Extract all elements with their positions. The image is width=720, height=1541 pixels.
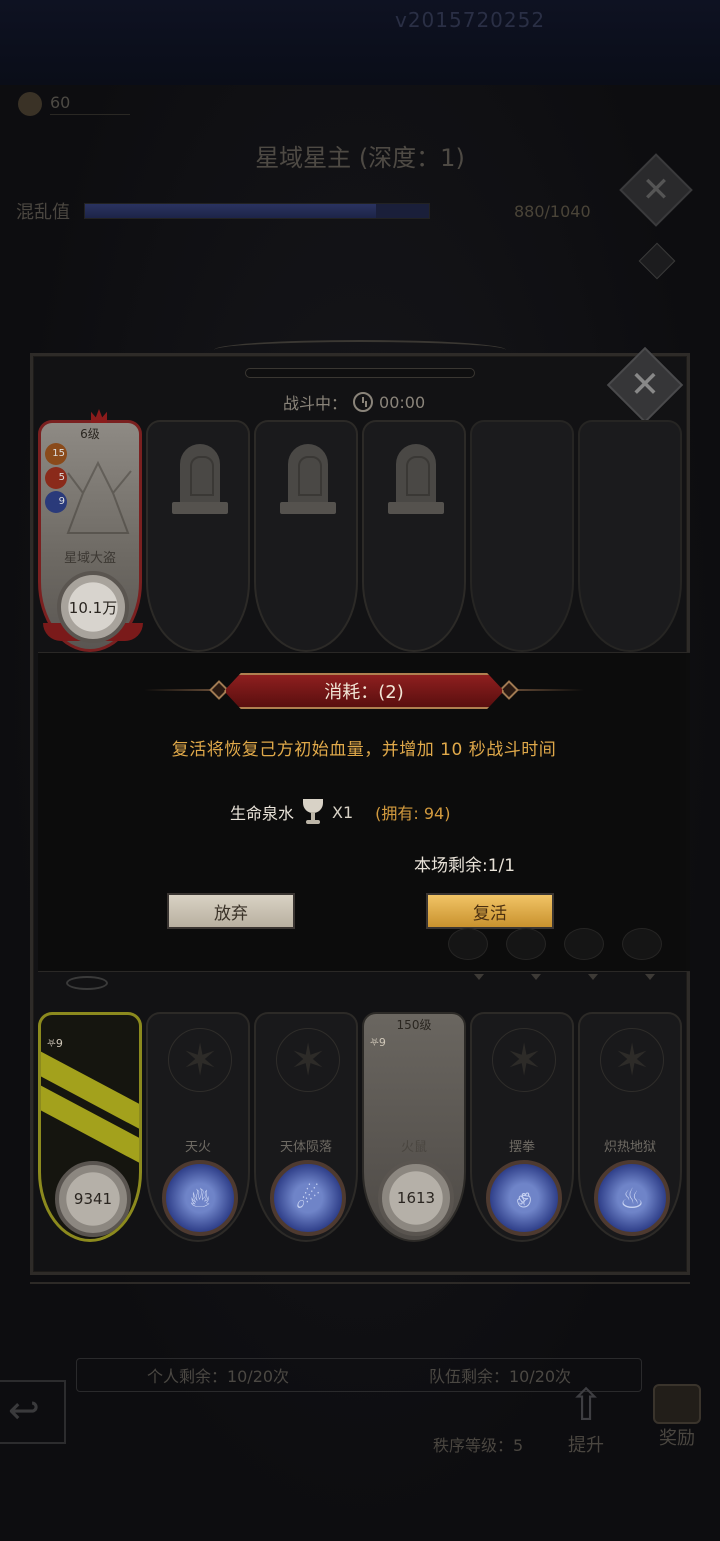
cost-title: 消耗：(2): [324, 682, 404, 703]
upgrade-button[interactable]: ⇧ 提升: [556, 1380, 616, 1460]
triangle-icon: [531, 974, 541, 980]
cost-item: 生命泉水 X1 (拥有: 94): [230, 799, 450, 825]
abandon-button[interactable]: 放弃: [167, 893, 295, 929]
revives-remaining: 本场剩余:1/1: [414, 856, 516, 876]
stamina-value: 60: [50, 93, 130, 115]
pentagram-icon: [276, 1028, 340, 1092]
skill-name: 天火: [184, 1140, 211, 1155]
chaos-bar: [84, 203, 430, 219]
hero-badge: ⛧9: [47, 1037, 63, 1050]
skill-card-blazing-hell[interactable]: 炽热地狱 ♨: [578, 1012, 682, 1242]
marker: [622, 928, 662, 960]
skill-name: 天体陨落: [279, 1140, 332, 1155]
skill-name: 炽热地狱: [603, 1140, 656, 1155]
pentagram-icon: [168, 1028, 232, 1092]
skill-name: 摆拳: [508, 1140, 535, 1155]
personal-remaining: 个人剩余：10/20次: [146, 1367, 290, 1386]
arrow-up-icon: ⇧: [567, 1380, 605, 1431]
battle-status: 战斗中： 00:00: [283, 390, 425, 414]
halo-icon: [66, 976, 108, 990]
tombstone-icon: [388, 444, 444, 518]
revive-dialog: 消耗：(2) 复活将恢复己方初始血量，并增加 10 秒战斗时间 生命泉水 X1 …: [38, 652, 690, 972]
panel-ornament-top: [214, 340, 506, 360]
triangle-icon: [474, 974, 484, 980]
upgrade-label: 提升: [568, 1435, 604, 1456]
hero-hp-ring: 9341: [55, 1161, 131, 1237]
boss-hp-ring: 10.1万: [57, 571, 129, 643]
triangle-icon: [645, 974, 655, 980]
chaos-bar-fill: [85, 204, 377, 218]
enemy-card-boss[interactable]: 6级 15 5 9 星域大盗 10.1万: [38, 409, 143, 652]
clock-icon: [353, 392, 374, 412]
enemy-card-empty: [470, 420, 574, 652]
boss-hp: 10.1万: [68, 598, 118, 617]
goblet-icon: [302, 799, 324, 825]
pentagram-icon: [600, 1028, 664, 1092]
enemy-card-defeated: [254, 420, 358, 652]
reward-label: 奖励: [659, 1428, 695, 1449]
marker: [448, 928, 488, 960]
pentagram-icon: [492, 1028, 556, 1092]
marker: [564, 928, 604, 960]
enemy-card-empty: [578, 420, 682, 652]
hellfire-icon: ♨: [594, 1160, 670, 1236]
top-bar: v2015720252: [0, 0, 720, 85]
reward-button[interactable]: 奖励: [644, 1380, 710, 1460]
hero-hp: 9341: [73, 1190, 113, 1208]
item-owned: (拥有: 94): [375, 804, 451, 823]
chaos-meter: 混乱值 880/1040: [16, 198, 591, 224]
revive-description: 复活将恢复己方初始血量，并增加 10 秒战斗时间: [171, 740, 557, 760]
skill-card-meteor[interactable]: 天体陨落 ☄: [254, 1012, 358, 1242]
cost-banner: 消耗：(2): [224, 673, 504, 709]
flame-icon: 🔥︎: [162, 1160, 238, 1236]
chaos-label: 混乱值: [16, 202, 70, 223]
enemy-card-defeated: [146, 420, 250, 652]
stamina-display: 60: [18, 92, 130, 116]
team-remaining: 队伍剩余：10/20次: [428, 1367, 572, 1386]
close-icon: ✕: [629, 364, 661, 406]
tombstone-icon: [280, 444, 336, 518]
tombstone-icon: [172, 444, 228, 518]
panel-ornament-bottom: [30, 1270, 690, 1284]
chest-icon: [653, 1384, 701, 1424]
page-title: 星域星主 (深度：1): [255, 144, 465, 172]
version-label: v2015720252: [395, 8, 546, 32]
battle-progress-bar: [245, 368, 475, 378]
hero-hp-ring: 1613: [378, 1160, 454, 1236]
fist-icon: ✊︎: [486, 1160, 562, 1236]
item-name: 生命泉水: [230, 804, 295, 823]
order-level: 秩序等级：5: [433, 1436, 524, 1455]
battle-timer: 00:00: [379, 392, 426, 412]
skill-card-sky-fire[interactable]: 天火 🔥︎: [146, 1012, 250, 1242]
boss-name: 星域大盗: [63, 551, 116, 566]
stamina-icon: [18, 92, 42, 116]
revive-button[interactable]: 复活: [426, 893, 554, 929]
hero-card-fire-rat[interactable]: 150级 ⛧9 火鼠 1613: [362, 1012, 466, 1242]
item-quantity: X1: [332, 802, 354, 822]
marker: [506, 928, 546, 960]
hero-hp: 1613: [396, 1189, 436, 1207]
hero-card-main[interactable]: ⛧9 9341: [38, 1012, 142, 1242]
close-icon: ✕: [641, 170, 671, 210]
back-button[interactable]: ↩: [0, 1380, 66, 1444]
chaos-value: 880/1040: [514, 201, 591, 221]
hero-level: 150级: [396, 1018, 432, 1032]
enemy-card-defeated: [362, 420, 466, 652]
triangle-icon: [588, 974, 598, 980]
skill-card-swing-punch[interactable]: 摆拳 ✊︎: [470, 1012, 574, 1242]
meteor-icon: ☄: [270, 1160, 346, 1236]
hero-name: 火鼠: [400, 1140, 427, 1155]
action-markers: [448, 928, 662, 960]
dragon-portrait: [66, 460, 132, 534]
battle-status-label: 战斗中：: [283, 394, 348, 413]
back-arrow-icon: ↩: [8, 1388, 40, 1432]
boss-level: 6级: [80, 427, 100, 441]
hero-badge: ⛧9: [370, 1036, 386, 1049]
slot-indicators: [474, 974, 655, 980]
